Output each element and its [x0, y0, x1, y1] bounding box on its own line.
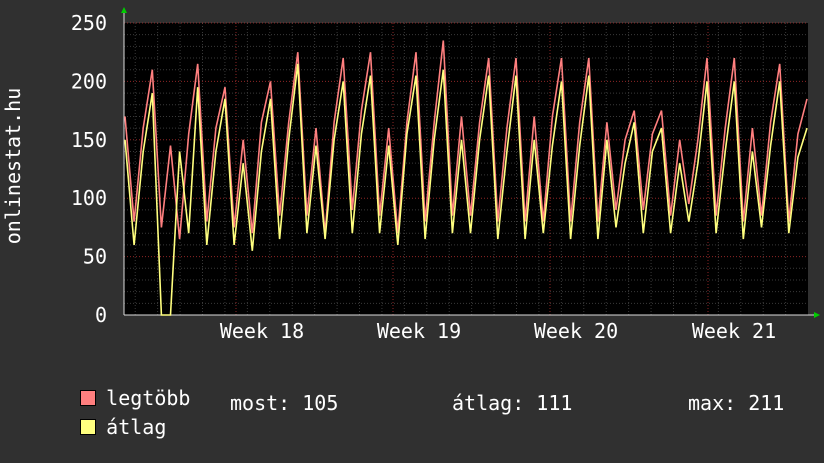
y-tick-label: 250	[71, 11, 107, 35]
y-tick-label: 200	[71, 69, 107, 93]
x-tick-label: Week 20	[534, 319, 618, 343]
y-tick-label: 100	[71, 186, 107, 210]
y-tick-label: 50	[83, 245, 107, 269]
legend-label-avg: átlag	[106, 415, 167, 439]
y-axis-arrow	[121, 7, 127, 13]
stat-current: most: 105	[230, 391, 339, 415]
stat-max: max: 211	[688, 391, 785, 415]
chart-container: 0 50 100 150 200 250 Week 18 Week 19 Week 20 Week…	[0, 0, 824, 439]
x-tick-label: Week 21	[692, 319, 776, 343]
stat-average: átlag: 111	[452, 391, 573, 415]
y-axis-label: onlinestat.hu	[1, 88, 25, 245]
y-tick-label: 150	[71, 128, 107, 152]
legend-swatch-avg	[80, 419, 97, 435]
x-tick-label: Week 18	[220, 319, 304, 343]
x-tick-label: Week 19	[377, 319, 461, 343]
x-axis-arrow	[814, 312, 820, 318]
y-tick-label: 0	[95, 303, 107, 327]
legend-item-avg: átlag	[32, 391, 166, 463]
